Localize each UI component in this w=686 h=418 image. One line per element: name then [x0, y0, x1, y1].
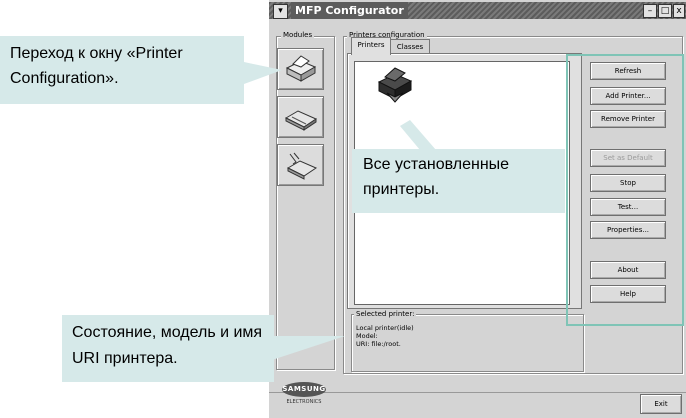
tab-printers[interactable]: Printers: [351, 37, 391, 55]
printer-uri: URI: file:/root.: [356, 340, 401, 348]
remove-printer-button[interactable]: Remove Printer: [590, 110, 666, 128]
refresh-button[interactable]: Refresh: [590, 62, 666, 80]
stop-button[interactable]: Stop: [590, 174, 666, 192]
callout-top-text: Переход к окну «Printer Configuration».: [10, 45, 183, 87]
set-as-default-button[interactable]: Set as Default: [590, 149, 666, 167]
top-callout-arrow: [244, 62, 282, 84]
add-printer-button[interactable]: Add Printer...: [590, 87, 666, 105]
printer-model: Model:: [356, 332, 378, 340]
selected-printer-label: Selected printer:: [354, 310, 417, 318]
callout-printer-status: Состояние, модель и имя URI принтера.: [62, 315, 274, 382]
callout-installed-printers: Все установленные принтеры.: [352, 149, 565, 213]
bottom-callout-arrow: [272, 336, 345, 360]
callout-bottom-text: Состояние, модель и имя URI принтера.: [72, 324, 263, 367]
callout-middle-text: Все установленные принтеры.: [363, 156, 510, 198]
about-button[interactable]: About: [590, 261, 666, 279]
callout-printer-configuration: Переход к окну «Printer Configuration».: [0, 36, 244, 104]
selected-printer-info: Local printer(idle) Model: URI: file:/ro…: [356, 324, 414, 348]
middle-callout-arrow: [400, 120, 436, 150]
exit-button[interactable]: Exit: [640, 394, 682, 414]
help-button[interactable]: Help: [590, 285, 666, 303]
printer-status: Local printer(idle): [356, 324, 414, 332]
properties-button[interactable]: Properties...: [590, 221, 666, 239]
test-button[interactable]: Test...: [590, 198, 666, 216]
